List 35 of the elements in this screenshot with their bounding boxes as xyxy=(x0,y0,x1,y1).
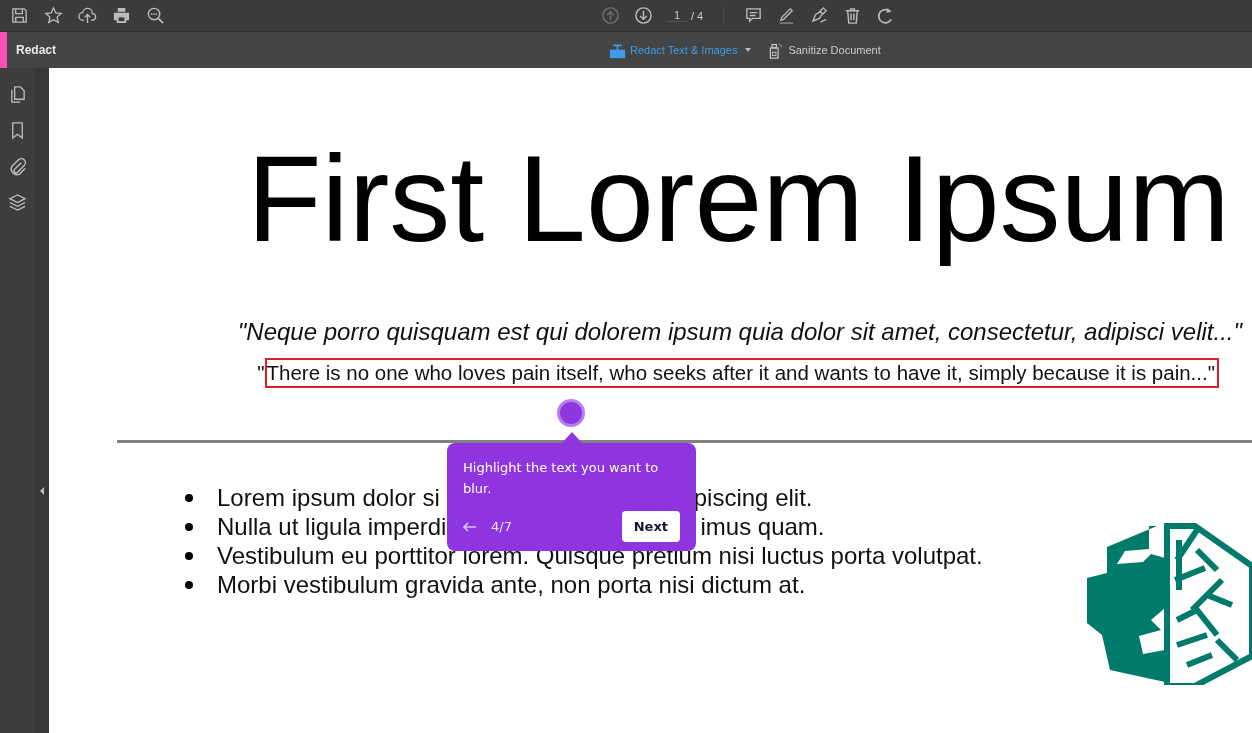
mode-tool-button[interactable]: Sanitize Document xyxy=(767,41,881,59)
comment-icon[interactable] xyxy=(744,6,764,25)
quote-mark: " xyxy=(257,361,265,386)
paperclip-icon[interactable] xyxy=(8,157,27,176)
mode-title: Redact xyxy=(16,43,56,57)
quote-text: "Neque porro quisquam est qui dolorem ipsum quia dolor sit amet, consectetur, adipisci velit..." xyxy=(237,318,1242,347)
bullet-text: piscing elit. xyxy=(693,483,813,512)
bullet-text: Nulla ut ligula imperdi xyxy=(217,512,447,541)
popup-message: Highlight the text you want to blur. xyxy=(463,459,660,498)
document-title: First Lorem Ipsum xyxy=(247,130,1230,269)
page-count: / 4 xyxy=(691,9,704,22)
bullet-text: imus quam. xyxy=(700,512,825,541)
bullet-dot xyxy=(185,522,193,531)
zoom-icon[interactable] xyxy=(146,6,165,25)
upload-icon[interactable] xyxy=(78,6,97,25)
page-number-field[interactable]: 1 xyxy=(667,9,687,22)
bullet-text: Lorem ipsum dolor si xyxy=(217,483,440,512)
pages-icon[interactable] xyxy=(8,85,27,104)
next-page-icon[interactable] xyxy=(634,6,653,25)
bullet-dot xyxy=(185,551,193,560)
star-icon[interactable] xyxy=(44,6,63,25)
layers-icon[interactable] xyxy=(8,193,27,212)
save-icon[interactable] xyxy=(10,6,29,25)
bullet-text: Morbi vestibulum gravida ante, non porta nisi dictum at. xyxy=(217,570,806,599)
signature-icon[interactable] xyxy=(810,6,830,25)
print-icon[interactable] xyxy=(112,6,131,25)
step-counter: 4/7 xyxy=(491,519,512,534)
collapse-icon[interactable] xyxy=(39,486,45,496)
highlighted-quote[interactable]: There is no one who loves pain itself, who seeks after it and wants to have it, simply because it is pain..." xyxy=(264,358,1219,389)
spray-bottle-icon xyxy=(767,41,785,59)
bullet-dot xyxy=(185,493,193,502)
mode-indicator xyxy=(0,32,7,68)
bullet-dot xyxy=(185,580,193,589)
back-arrow-icon[interactable] xyxy=(463,521,477,532)
next-button[interactable]: Next xyxy=(621,511,680,542)
